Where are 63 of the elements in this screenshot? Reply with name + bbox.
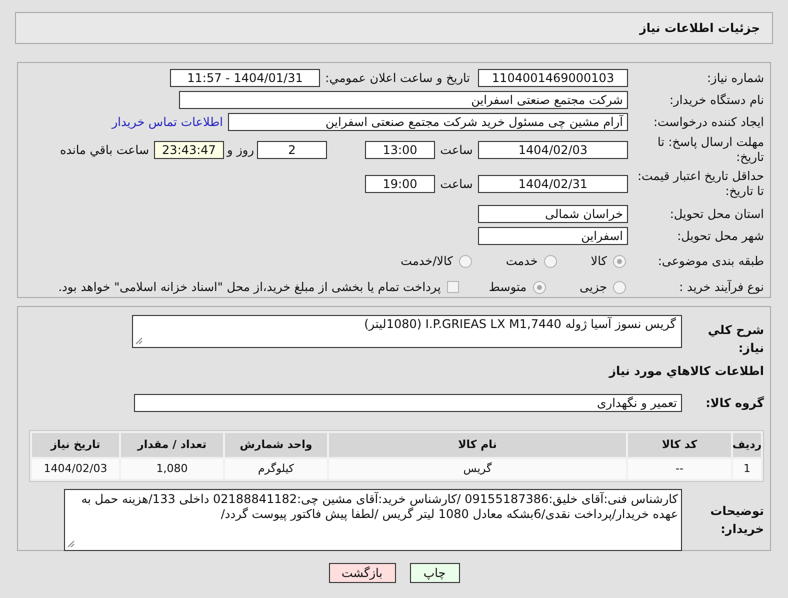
province-field: خراسان شمالی bbox=[478, 205, 628, 223]
field-label: ایجاد کننده درخواست: bbox=[652, 114, 764, 130]
time-label: ساعت bbox=[439, 142, 474, 159]
field-label: گروه کالا: bbox=[704, 395, 764, 412]
radio-label: جزیی bbox=[580, 279, 607, 296]
description-field: گریس نسوز آسیا ژوله I.P.GRIEAS LX M1,7440 (1080لیتر) bbox=[132, 315, 682, 348]
announce-date-field: 1404/01/31 - 11:57 bbox=[170, 69, 320, 87]
field-label: طبقه بندی موضوعی: bbox=[656, 254, 764, 268]
radio-label: کالا bbox=[590, 253, 607, 270]
radio-label: کالا/خدمت bbox=[400, 253, 453, 270]
radio-button[interactable] bbox=[613, 280, 626, 294]
column-header: ردیف bbox=[733, 433, 761, 457]
field-label: شماره نیاز: bbox=[706, 70, 764, 86]
radio-button[interactable] bbox=[613, 254, 626, 268]
goods-group-field: تعمیر و نگهداری bbox=[134, 394, 682, 412]
field-label: شرح کلي نياز: bbox=[706, 322, 764, 357]
table-cell: 1 bbox=[733, 459, 761, 479]
resize-grip-icon[interactable] bbox=[67, 540, 75, 548]
field-label: تاریخ و ساعت اعلان عمومي: bbox=[324, 70, 470, 87]
time-label: ساعت bbox=[439, 176, 474, 193]
checkbox[interactable] bbox=[446, 281, 459, 293]
need-number-field: 1104001469000103 bbox=[478, 69, 628, 87]
radio-button[interactable] bbox=[458, 254, 472, 268]
table-cell: 1404/02/03 bbox=[32, 459, 119, 479]
column-header: تعداد / مقدار bbox=[121, 433, 223, 457]
column-header: کد کالا bbox=[628, 433, 731, 457]
section-heading: اطلاعات کالاهاي مورد نياز bbox=[608, 363, 764, 380]
field-label: توضیحات خریدار: bbox=[709, 503, 764, 538]
deadline-date-field: 1404/02/03 bbox=[478, 141, 628, 159]
back-button[interactable]: بازگشت bbox=[328, 563, 396, 583]
field-label: مهلت ارسال پاسخ: تا تاریخ: bbox=[656, 135, 764, 165]
checkbox-label: پرداخت تمام یا بخشی از مبلغ خرید،از محل "اسناد خزانه اسلامی" خواهد بود. bbox=[58, 279, 441, 296]
buyer-notes-field: کارشناس فنی:آقای خلیق:09155187386 /کارشناس خرید:آقای مشین چی:02188841182 داخلی 133/هزینه حمل به عهده خریدار/پرداخت نقدی/6بشکه معادل 1080 لیتر گریس /لطفا پیش فاکتور پیوست گردد/ bbox=[64, 489, 682, 551]
print-button[interactable]: چاپ bbox=[410, 563, 460, 583]
table-cell: 1,080 bbox=[121, 459, 223, 479]
field-label: شهر محل تحویل: bbox=[676, 228, 764, 244]
table-cell: گریس bbox=[329, 459, 626, 479]
buyer-org-field: شرکت مجتمع صنعتی اسفراین bbox=[179, 91, 628, 109]
column-header: نام کالا bbox=[329, 433, 626, 457]
table-cell: کیلوگرم bbox=[225, 459, 327, 479]
column-header: واحد شمارش bbox=[225, 433, 327, 457]
validity-time-field: 19:00 bbox=[365, 175, 435, 193]
days-label: روز و bbox=[226, 142, 255, 159]
countdown-field: 23:43:47 bbox=[154, 141, 224, 159]
page-title: جزئیات اطلاعات نیاز bbox=[639, 20, 760, 37]
radio-button[interactable] bbox=[544, 254, 557, 268]
radio-label: خدمت bbox=[506, 253, 538, 270]
field-label: نوع فرآیند خرید : bbox=[678, 280, 764, 294]
radio-label: متوسط bbox=[488, 279, 527, 296]
validity-date-field: 1404/02/31 bbox=[478, 175, 628, 193]
requester-field: آرام مشین چی مسئول خرید شرکت مجتمع صنعتی اسفراین bbox=[228, 113, 628, 131]
buyer-contact-link[interactable]: اطلاعات تماس خریدار bbox=[112, 113, 223, 131]
table-cell: -- bbox=[628, 459, 731, 479]
field-label: حداقل تاریخ اعتبار قیمت: تا تاریخ: bbox=[636, 169, 764, 199]
deadline-time-field: 13:00 bbox=[365, 141, 435, 159]
column-header: تاریخ نیاز bbox=[32, 433, 119, 457]
days-field: 2 bbox=[257, 141, 327, 159]
field-label: نام دستگاه خریدار: bbox=[668, 92, 764, 108]
remaining-label: ساعت باقي مانده bbox=[60, 142, 149, 159]
radio-button[interactable] bbox=[532, 280, 546, 294]
field-label: استان محل تحویل: bbox=[668, 206, 764, 222]
city-field: اسفراین bbox=[478, 227, 628, 245]
resize-grip-icon[interactable] bbox=[135, 337, 143, 345]
